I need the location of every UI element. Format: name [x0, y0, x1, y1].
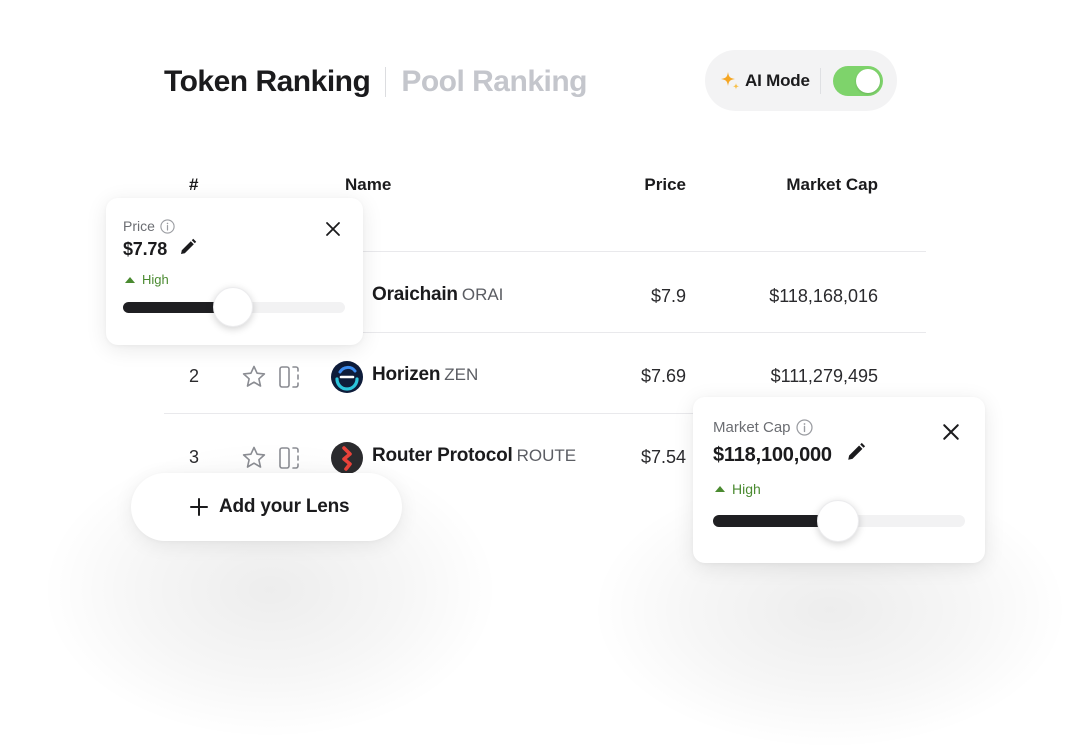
add-lens-button[interactable]: Add your Lens: [131, 473, 402, 541]
token-symbol: ORAI: [461, 285, 504, 304]
market-cap-slider-thumb[interactable]: [817, 500, 859, 542]
row-rank: 2: [189, 366, 200, 386]
tab-divider: [385, 67, 387, 97]
router-protocol-logo: [331, 442, 363, 474]
ai-mode-toggle[interactable]: [832, 65, 883, 96]
toggle-knob: [855, 68, 880, 93]
trend-indicator: High: [715, 481, 761, 497]
close-icon[interactable]: [942, 423, 960, 441]
sparkle-icon: [719, 70, 741, 92]
pencil-icon[interactable]: [846, 442, 866, 468]
price-lens-card: Price $7.78 High: [106, 198, 363, 345]
price-lens-value[interactable]: $7.78: [123, 239, 167, 260]
market-cap-lens-label: Market Cap: [713, 419, 791, 436]
token-symbol: ROUTE: [516, 446, 577, 465]
ai-mode-control: AI Mode: [705, 50, 897, 111]
market-cap-lens-value[interactable]: $118,100,000: [713, 444, 832, 467]
info-icon[interactable]: [160, 218, 175, 234]
price-lens-value-row: $7.78: [123, 238, 197, 261]
info-icon[interactable]: [795, 419, 813, 436]
close-icon[interactable]: [325, 221, 341, 237]
column-header-price[interactable]: Price: [600, 175, 686, 195]
trend-indicator: High: [125, 272, 169, 287]
column-header-rank[interactable]: #: [189, 175, 198, 195]
token-name[interactable]: Router Protocol ROUTE: [372, 445, 576, 467]
triangle-up-icon: [125, 276, 135, 283]
horizen-logo: [331, 361, 363, 393]
token-price: $7.54: [640, 447, 686, 467]
tab-token-ranking[interactable]: Token Ranking: [164, 65, 371, 99]
triangle-up-icon: [715, 486, 725, 492]
star-icon[interactable]: [241, 364, 267, 390]
row-rank: 3: [189, 447, 200, 467]
ai-mode-divider: [819, 67, 821, 94]
column-header-name[interactable]: Name: [345, 175, 391, 195]
token-market-cap: $118,168,016: [769, 286, 878, 306]
price-slider-thumb[interactable]: [213, 287, 253, 327]
market-cap-lens-label-row: Market Cap: [713, 419, 813, 436]
ai-mode-label: AI Mode: [745, 70, 810, 90]
star-icon[interactable]: [241, 445, 267, 471]
token-price: $7.69: [640, 366, 686, 386]
compare-icon[interactable]: [278, 364, 300, 390]
token-market-cap: $111,279,495: [770, 366, 878, 386]
tab-pool-ranking[interactable]: Pool Ranking: [401, 65, 587, 99]
price-lens-label-row: Price: [123, 218, 175, 234]
compare-icon[interactable]: [278, 445, 300, 471]
table-row[interactable]: 2 Horizen ZEN $7.69 $111,279,495: [0, 357, 1080, 397]
market-cap-lens-value-row: $118,100,000: [713, 442, 866, 468]
token-price: $7.9: [650, 286, 686, 306]
trend-label: High: [142, 272, 169, 287]
token-symbol: ZEN: [444, 365, 479, 384]
pencil-icon[interactable]: [179, 238, 197, 261]
ranking-tabs: Token Ranking Pool Ranking: [164, 62, 587, 102]
plus-icon: [190, 498, 208, 516]
token-name[interactable]: Horizen ZEN: [372, 364, 478, 386]
column-header-market-cap[interactable]: Market Cap: [720, 175, 878, 195]
add-lens-label: Add your Lens: [219, 496, 350, 517]
price-lens-label: Price: [123, 218, 155, 234]
market-cap-lens-card: Market Cap $118,100,000 High: [693, 397, 985, 563]
trend-label: High: [732, 481, 761, 497]
token-name[interactable]: Oraichain ORAI: [372, 284, 503, 306]
